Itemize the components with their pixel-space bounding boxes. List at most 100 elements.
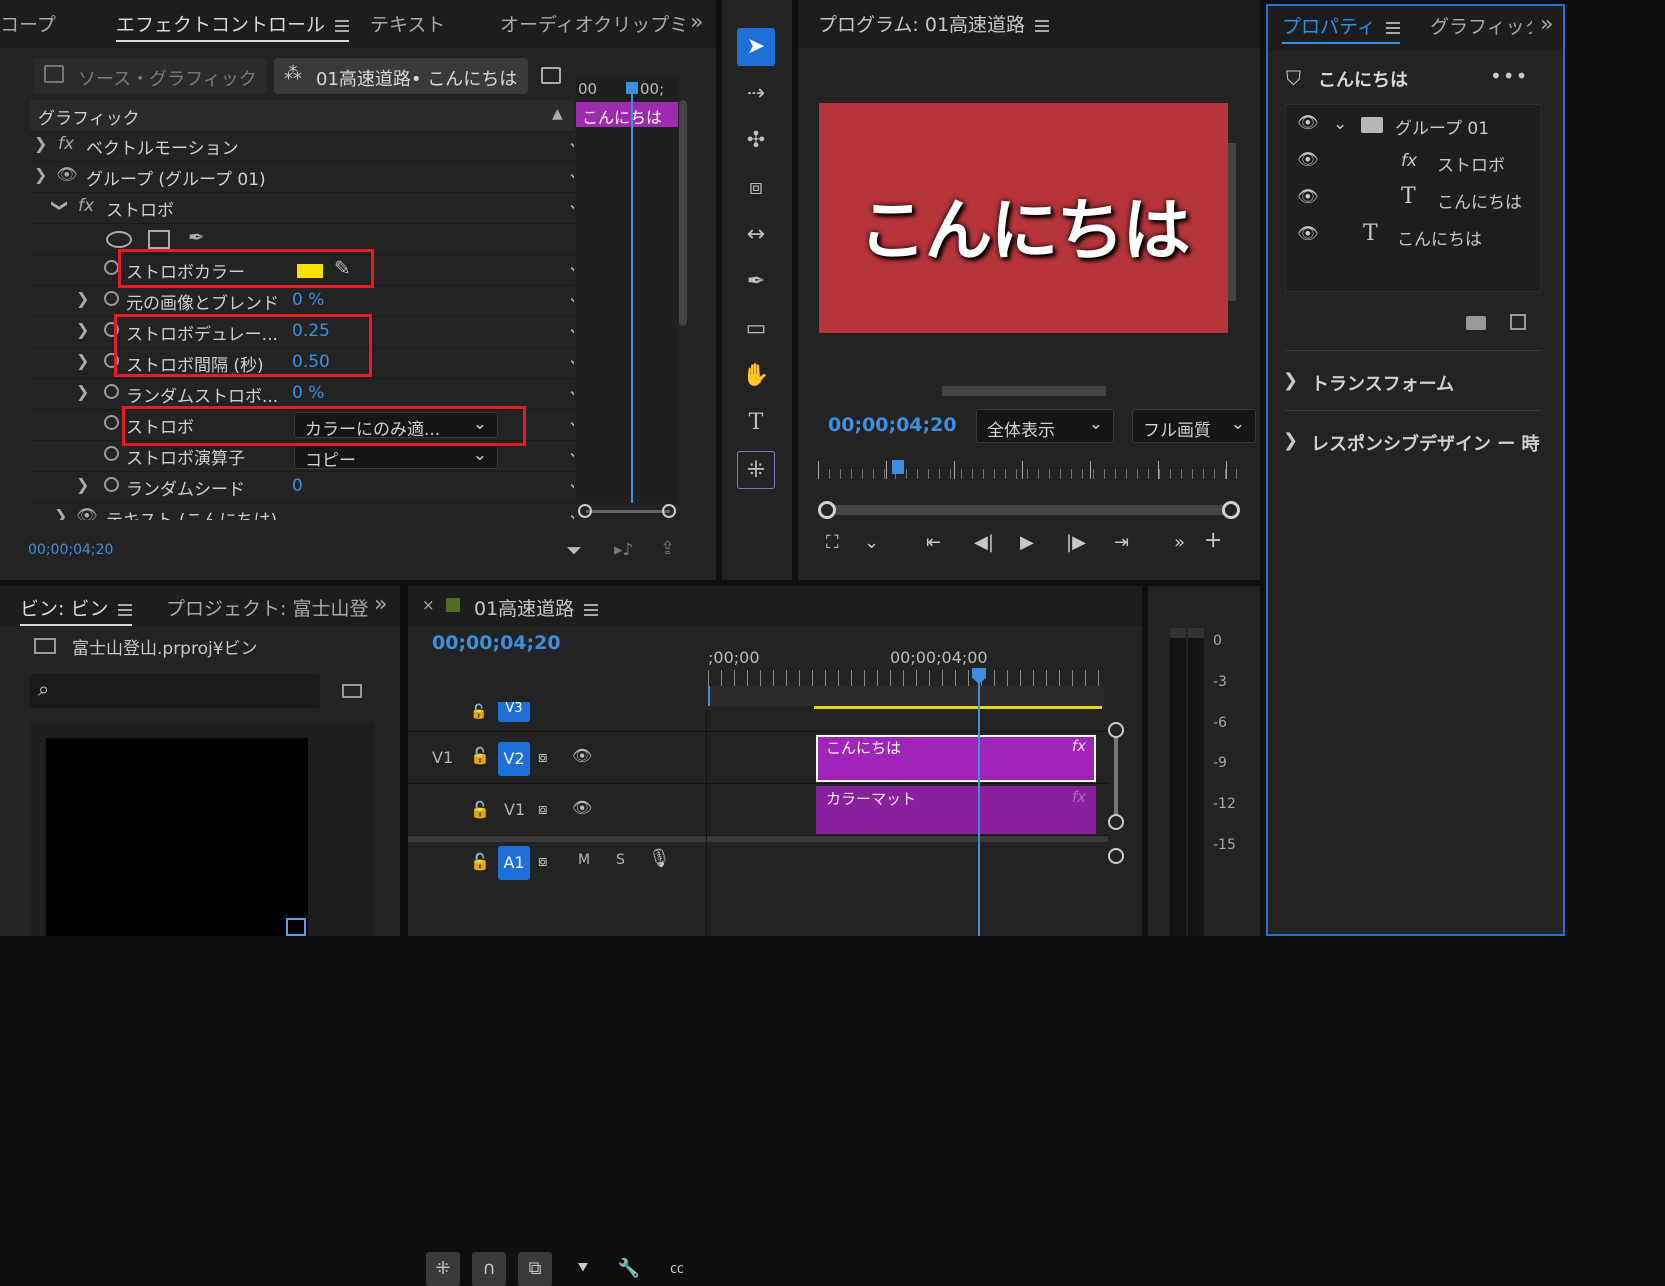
rectangle-mask-icon[interactable] (148, 230, 170, 249)
collapse-icon[interactable]: ❯ (51, 199, 70, 212)
mute-button[interactable]: M (578, 852, 590, 868)
captions-icon[interactable]: ㏄ (660, 1252, 694, 1286)
eye-icon[interactable]: 👁 (1297, 224, 1319, 244)
reset-icon[interactable]: ⟲ (570, 353, 574, 374)
safe-margins-icon[interactable]: ⛶ (826, 532, 839, 553)
layer-row-group[interactable]: 👁 ⌄ グループ 01 (1287, 106, 1539, 142)
effect-row-group[interactable]: ❯ 👁 グループ (グループ 01) ⟲ (30, 161, 574, 193)
reset-icon[interactable]: ⟲ (570, 415, 574, 436)
reset-icon[interactable]: ⟲ (570, 446, 574, 467)
bin-search-input[interactable]: ⌕ (30, 674, 320, 708)
panel-menu-icon[interactable] (335, 19, 350, 32)
mini-zoom-left-handle[interactable] (578, 504, 592, 518)
stopwatch-icon[interactable] (104, 260, 119, 275)
tab-properties[interactable]: プロパティ (1282, 12, 1400, 44)
step-back-icon[interactable]: ◀| (974, 532, 994, 553)
effect-row-text-layer[interactable]: ❯ 👁 テキスト (こんにちは) ⟲ (30, 502, 574, 520)
param-value[interactable]: 0 % (292, 290, 324, 310)
reset-icon[interactable]: ⟲ (570, 384, 574, 405)
ellipse-mask-icon[interactable] (106, 231, 132, 248)
panel-menu-icon[interactable] (1385, 21, 1400, 34)
track-select-tool-icon[interactable]: ⇢ (737, 75, 775, 113)
tab-effect-controls[interactable]: エフェクトコントロール (116, 10, 350, 42)
close-icon[interactable]: × (422, 596, 435, 614)
eye-icon[interactable]: 👁 (572, 746, 592, 765)
mini-zoom-bar[interactable] (578, 503, 678, 519)
track-target-v3[interactable]: V3 (498, 702, 530, 722)
expand-icon[interactable]: ❯ (76, 320, 89, 339)
expand-icon[interactable]: ❯ (34, 165, 47, 184)
add-marker-icon[interactable]: ⯆ (566, 1252, 600, 1286)
stopwatch-icon[interactable] (104, 384, 119, 399)
clip-title-hello[interactable]: こんにちは fx (816, 735, 1096, 782)
stopwatch-icon[interactable] (104, 415, 119, 430)
add-button-icon[interactable]: + (1204, 528, 1222, 553)
program-preview[interactable]: こんにちは (819, 103, 1228, 333)
track-lock-icon[interactable]: 🔓 (470, 800, 490, 819)
timeline-playhead[interactable] (978, 670, 980, 936)
layer-row-strobe[interactable]: 👁 fx ストロボ (1287, 143, 1539, 179)
track-output-icon[interactable]: ⧇ (538, 748, 548, 766)
more-tabs-icon[interactable]: » (374, 592, 387, 617)
timeline-timecode[interactable]: 00;00;04;20 (432, 632, 561, 654)
hand-tool-icon[interactable]: ✋ (737, 357, 775, 395)
tab-program[interactable]: プログラム: 01高速道路 (818, 10, 1050, 37)
expand-icon[interactable]: ❯ (54, 506, 67, 520)
vscroll-top-handle[interactable] (1108, 722, 1124, 738)
mini-clip-bar[interactable]: こんにちは (576, 102, 678, 127)
effect-row-strobe[interactable]: ❯ fx ストロボ ⟲ (30, 192, 574, 224)
stopwatch-icon[interactable] (104, 446, 119, 461)
microphone-icon[interactable]: 🎙 (648, 848, 671, 869)
panel-menu-icon[interactable] (118, 603, 133, 616)
auto-reframe-tool-icon[interactable]: ⁜ (737, 451, 775, 489)
effect-mini-timeline[interactable]: 00 00; こんにちは (576, 78, 678, 503)
bin-up-folder-icon[interactable] (34, 638, 56, 654)
reset-icon[interactable]: ⟲ (570, 136, 574, 157)
chevron-down-icon[interactable]: ⌄ (864, 532, 879, 553)
filter-icon[interactable]: ⏷ (566, 538, 582, 562)
audio-scroll-handle[interactable] (1108, 848, 1124, 864)
strobe-operator-dropdown[interactable]: コピー ⌄ (294, 443, 498, 471)
more-tabs-icon[interactable]: » (1540, 12, 1553, 37)
expand-icon[interactable]: ❯ (76, 382, 89, 401)
stopwatch-icon[interactable] (104, 477, 119, 492)
reset-icon[interactable]: ⟲ (570, 477, 574, 498)
layer-row-text-1[interactable]: 👁 T こんにちは (1287, 180, 1539, 216)
eye-icon[interactable]: 👁 (1297, 150, 1319, 170)
go-to-in-icon[interactable]: ⇤ (926, 532, 941, 553)
eye-icon[interactable]: 👁 (1297, 113, 1319, 133)
more-controls-icon[interactable]: » (1174, 532, 1185, 553)
eye-icon[interactable]: 👁 (1297, 187, 1319, 207)
tab-scopes[interactable]: コープ (0, 10, 56, 37)
razor-tool-icon[interactable]: ⧈ (737, 169, 775, 207)
program-timecode[interactable]: 00;00;04;20 (828, 414, 957, 436)
type-tool-icon[interactable]: T (737, 404, 775, 442)
go-to-out-icon[interactable]: ⇥ (1114, 532, 1129, 553)
param-row-random-seed[interactable]: ❯ ランダムシード 0 ⟲ (30, 471, 574, 503)
panel-menu-icon[interactable] (1035, 19, 1050, 32)
track-lock-icon[interactable]: 🔓 (470, 746, 490, 765)
track-target-v2[interactable]: V2 (498, 742, 530, 776)
stopwatch-icon[interactable] (104, 291, 119, 306)
snap-icon[interactable]: ∩ (472, 1252, 506, 1286)
program-playhead[interactable] (892, 460, 904, 474)
layer-row-text-2[interactable]: 👁 T こんにちは (1287, 217, 1539, 253)
timeline-settings-icon[interactable]: 🔧 (612, 1252, 646, 1286)
expand-icon[interactable]: ❯ (76, 475, 89, 494)
panel-menu-icon[interactable] (584, 603, 599, 616)
solo-button[interactable]: S (616, 852, 625, 868)
expand-icon[interactable]: ❯ (34, 134, 47, 153)
track-output-icon[interactable]: ⧇ (538, 800, 548, 818)
linked-selection-icon[interactable]: ⧉ (518, 1252, 552, 1286)
track-lock-icon[interactable]: 🔓 (470, 852, 490, 871)
chevron-down-icon[interactable]: ⌄ (1333, 114, 1347, 134)
tab-project[interactable]: プロジェクト: 富士山登山 (166, 594, 368, 621)
track-target-a1[interactable]: A1 (498, 846, 530, 880)
tab-bin[interactable]: ビン: ビン (20, 594, 133, 626)
timeline-vscroll[interactable] (1108, 722, 1124, 932)
effect-timecode[interactable]: 00;00;04;20 (28, 542, 113, 558)
track-label-v1[interactable]: V1 (504, 800, 525, 819)
selection-tool-icon[interactable]: ➤ (737, 28, 775, 66)
clip-selector-button[interactable]: ⁂ 01高速道路• こんにちは (274, 58, 528, 94)
playback-quality-dropdown[interactable]: フル画質 ⌄ (1132, 409, 1256, 443)
